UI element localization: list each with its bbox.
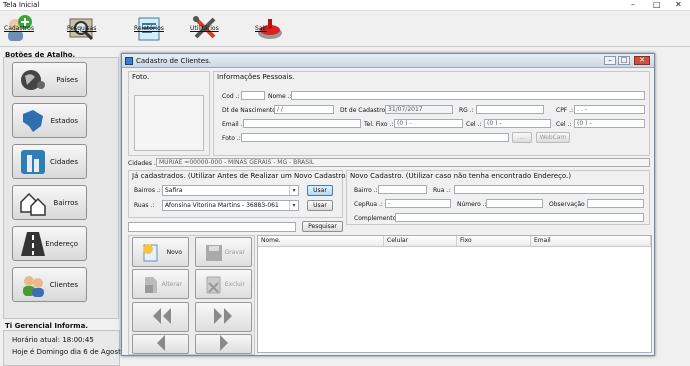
action-panel: Novo Gravar Alterar Excluir: [128, 235, 255, 355]
shortcut-cidades-button[interactable]: Cidades: [12, 144, 87, 179]
photo-frame: [134, 95, 204, 151]
pesquisar-button[interactable]: Pesquisar: [302, 221, 343, 232]
usar-bairro-button[interactable]: Usar: [307, 185, 333, 196]
window-icon: [125, 57, 133, 65]
excluir-button[interactable]: Excluir: [195, 269, 252, 299]
globe-icon: [19, 67, 47, 93]
nome-field[interactable]: [291, 91, 645, 100]
webcam-button[interactable]: WebCam: [536, 132, 570, 143]
minimize-button[interactable]: –: [631, 1, 635, 9]
browse-button[interactable]: ...: [512, 132, 532, 143]
info-panel: Horário atual: 18:00:45 Hoje é Domingo d…: [3, 330, 151, 366]
client-form-window: Cadastro de Clientes. – □ ✕ Foto. Inform…: [121, 53, 655, 356]
current-time: Horário atual: 18:00:45: [12, 336, 94, 344]
column-header-fixo[interactable]: Fixo: [457, 236, 531, 247]
shortcut-bairros-button[interactable]: Bairros: [12, 185, 87, 220]
menu-sair[interactable]: Sair: [255, 11, 285, 45]
maximize-button[interactable]: □: [653, 1, 661, 9]
form-minimize-button[interactable]: –: [604, 56, 616, 65]
email-field[interactable]: [243, 119, 361, 128]
road-icon: [19, 231, 47, 257]
observacao-field[interactable]: [587, 199, 644, 208]
menu-relatorios[interactable]: Relatórios: [134, 11, 164, 45]
people-icon: [19, 272, 47, 298]
cellphone-2-field[interactable]: (0 ) -: [574, 119, 645, 128]
register-date-field: 31/07/2017: [385, 105, 453, 114]
close-button[interactable]: ✕: [675, 1, 682, 9]
form-title-bar[interactable]: Cadastro de Clientes. – □ ✕: [122, 54, 654, 68]
rua-field[interactable]: [454, 185, 644, 194]
save-icon: [205, 243, 223, 263]
last-record-button[interactable]: [195, 302, 252, 332]
chevron-down-icon: ▾: [289, 186, 298, 195]
cidades-field: MURIAÉ =00000-000 - MINAS GERAIS - MG - …: [156, 158, 650, 167]
photo-group: Foto.: [128, 71, 210, 156]
ruas-select[interactable]: Afonsina Vitorina Martins - 36883-061 ▾: [162, 200, 299, 211]
bairro-field[interactable]: [378, 185, 427, 194]
main-title-bar: Tela Inicial – □ ✕: [0, 0, 690, 11]
complemento-field[interactable]: [395, 213, 644, 222]
bairros-select[interactable]: Safira ▾: [162, 185, 299, 196]
shortcut-clientes-button[interactable]: Clientes: [12, 267, 87, 302]
houses-icon: [19, 190, 47, 216]
next-record-button[interactable]: [195, 334, 252, 354]
menu-pesquisas[interactable]: Pesquisas: [67, 11, 97, 45]
delete-document-icon: [205, 275, 223, 295]
form-close-button[interactable]: ✕: [634, 56, 650, 65]
column-header-nome[interactable]: Nome.: [258, 236, 384, 247]
clients-table[interactable]: Nome. Celular Fixo Email: [257, 235, 652, 353]
form-title: Cadastro de Clientes.: [136, 57, 211, 65]
rg-field[interactable]: [476, 105, 544, 114]
shortcut-panel: Países Estados Cidades Bairros Endereço …: [3, 57, 119, 319]
birth-date-field[interactable]: / /: [274, 105, 334, 114]
menu-bar: Cadastros Pesquisas Relatórios Utilitári…: [0, 11, 690, 47]
cod-field[interactable]: [241, 91, 265, 100]
shortcut-estados-button[interactable]: Estados: [12, 103, 87, 138]
gravar-button[interactable]: Gravar: [195, 237, 252, 267]
previous-record-button[interactable]: [132, 334, 189, 354]
usar-rua-button[interactable]: Usar: [307, 200, 333, 211]
left-arrow-icon: [155, 335, 167, 353]
menu-utilitarios[interactable]: Utilitários: [190, 11, 220, 45]
double-left-arrow-icon: [149, 308, 173, 326]
novo-button[interactable]: Novo: [132, 237, 189, 267]
cellphone-1-field[interactable]: (0 ) -: [484, 119, 551, 128]
ceprua-field[interactable]: -: [385, 199, 451, 208]
map-icon: [19, 108, 47, 134]
edit-document-icon: [142, 275, 160, 295]
right-arrow-icon: [218, 335, 230, 353]
chevron-down-icon: ▾: [289, 201, 298, 210]
buildings-icon: [19, 149, 47, 175]
column-header-celular[interactable]: Celular: [384, 236, 457, 247]
cpf-field[interactable]: . . -: [574, 105, 645, 114]
numero-field[interactable]: [486, 199, 543, 208]
shortcut-endereco-button[interactable]: Endereço: [12, 226, 87, 261]
column-header-email[interactable]: Email: [531, 236, 651, 247]
new-document-icon: [142, 243, 160, 263]
window-title: Tela Inicial: [3, 1, 40, 9]
info-title: Ti Gerencial Informa.: [5, 322, 88, 330]
personal-info-group: Informações Pessoais. Cod .: Nome .: Dt …: [213, 71, 650, 156]
search-input[interactable]: [128, 222, 296, 232]
shortcut-paises-button[interactable]: Países: [12, 62, 87, 97]
form-maximize-button[interactable]: □: [618, 56, 630, 65]
landline-field[interactable]: (0 ) -: [394, 119, 463, 128]
new-address-group: Novo Cadastro. (Utilizar caso não tenha …: [346, 170, 650, 225]
first-record-button[interactable]: [132, 302, 189, 332]
menu-cadastros[interactable]: Cadastros: [4, 11, 34, 45]
photo-path-field[interactable]: [241, 133, 509, 142]
double-right-arrow-icon: [212, 308, 236, 326]
alterar-button[interactable]: Alterar: [132, 269, 189, 299]
registered-address-group: Já cadastrados. (Utilizar Antes de Reali…: [128, 170, 350, 218]
